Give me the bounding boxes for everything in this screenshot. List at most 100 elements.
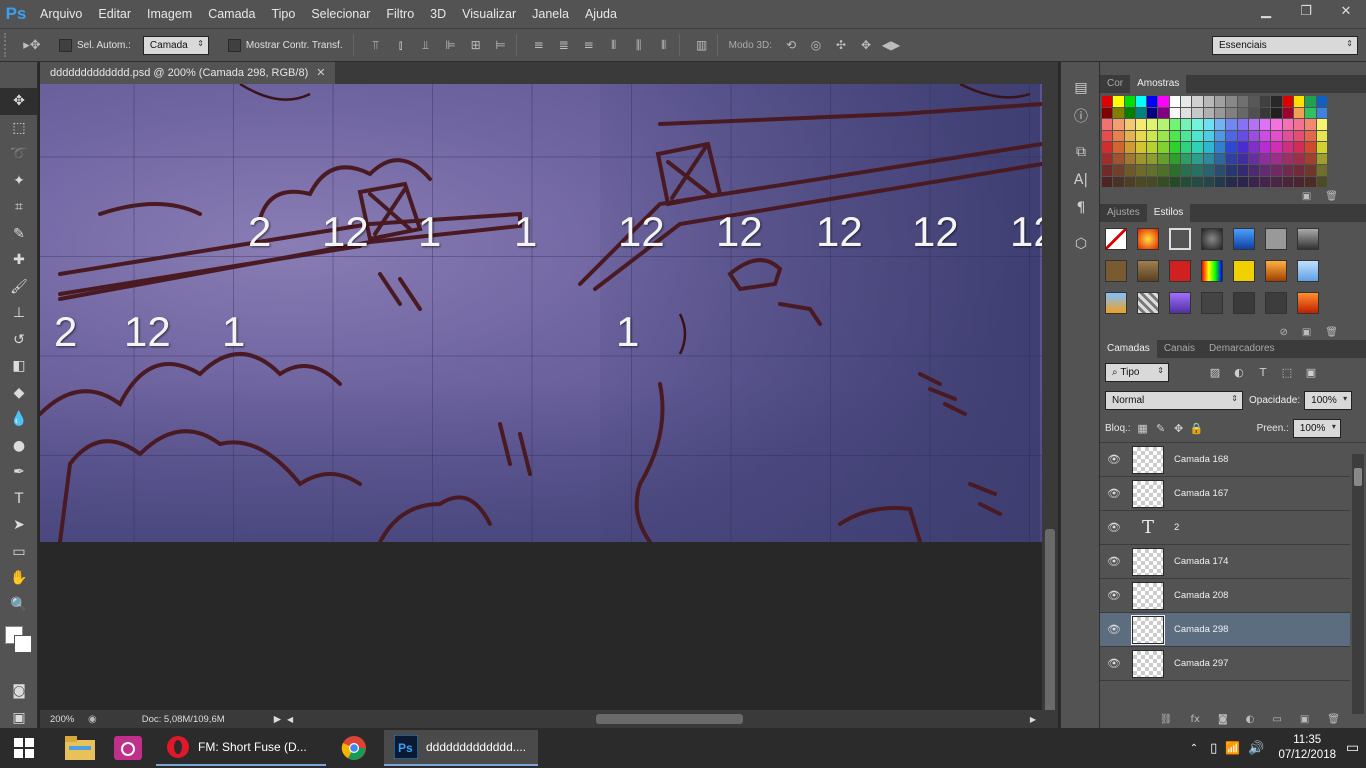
- workspace-dropdown[interactable]: Essenciais ⇕: [1212, 36, 1358, 55]
- paint-bucket-tool-icon[interactable]: ◆: [0, 380, 38, 407]
- marquee-tool-icon[interactable]: ⬚: [0, 115, 38, 142]
- tab-canais[interactable]: Canais: [1157, 340, 1202, 358]
- type-tool-icon[interactable]: T: [0, 486, 38, 513]
- align-top-icon[interactable]: ⫪: [367, 36, 385, 54]
- swatch[interactable]: [1271, 107, 1282, 118]
- new-layer-icon[interactable]: ▣: [1300, 714, 1309, 725]
- style-swatch[interactable]: [1137, 228, 1159, 250]
- distribute-vcenter-icon[interactable]: ≣: [555, 36, 573, 54]
- swatch[interactable]: [1260, 107, 1271, 118]
- swatch[interactable]: [1181, 119, 1192, 130]
- layer-filter-dropdown[interactable]: ⌕ Tipo ⇕: [1105, 362, 1169, 382]
- style-swatch[interactable]: [1265, 260, 1287, 282]
- actions-panel-icon[interactable]: ⧉: [1061, 138, 1101, 166]
- swatch[interactable]: [1124, 96, 1135, 107]
- magic-wand-tool-icon[interactable]: ✦: [0, 168, 38, 195]
- tab-estilos[interactable]: Estilos: [1146, 204, 1191, 222]
- layer-row[interactable]: 👁 Camada 167: [1100, 477, 1350, 511]
- swatch[interactable]: [1260, 165, 1271, 176]
- align-hcenter-icon[interactable]: ⊞: [467, 36, 485, 54]
- swatch[interactable]: [1203, 153, 1214, 164]
- swatch[interactable]: [1135, 119, 1147, 130]
- blend-mode-dropdown[interactable]: Normal ⇕: [1105, 390, 1243, 410]
- swatch[interactable]: [1169, 119, 1181, 130]
- swatch[interactable]: [1214, 119, 1226, 130]
- hand-tool-icon[interactable]: ✋: [0, 565, 38, 592]
- tab-demarcadores[interactable]: Demarcadores: [1202, 340, 1282, 358]
- drag-3d-icon[interactable]: ✣: [832, 36, 850, 54]
- align-vcenter-icon[interactable]: ⫾: [392, 36, 410, 54]
- swatch[interactable]: [1294, 142, 1305, 153]
- menu-selecionar[interactable]: Selecionar: [303, 0, 378, 28]
- swatch[interactable]: [1237, 153, 1248, 164]
- move-tool-icon[interactable]: ✥: [0, 88, 38, 115]
- distribute-hcenter-icon[interactable]: ⫼: [630, 36, 648, 54]
- swatch[interactable]: [1158, 142, 1169, 153]
- swatch[interactable]: [1214, 142, 1226, 153]
- swatch[interactable]: [1305, 153, 1316, 164]
- swatch[interactable]: [1214, 165, 1226, 176]
- volume-icon[interactable]: 🔊: [1248, 741, 1264, 756]
- swatch[interactable]: [1316, 176, 1327, 187]
- 3d-panel-icon[interactable]: ⬡: [1061, 230, 1101, 258]
- swatch[interactable]: [1158, 153, 1169, 164]
- swatch[interactable]: [1294, 107, 1305, 118]
- swatch[interactable]: [1294, 153, 1305, 164]
- menu-janela[interactable]: Janela: [524, 0, 577, 28]
- eye-icon[interactable]: 👁: [1100, 555, 1128, 568]
- swatch[interactable]: [1147, 119, 1158, 130]
- close-button[interactable]: ✕: [1326, 0, 1366, 22]
- swatch[interactable]: [1147, 153, 1158, 164]
- style-swatch[interactable]: [1137, 292, 1159, 314]
- swatch[interactable]: [1169, 142, 1181, 153]
- quick-mask-icon[interactable]: ◙: [0, 678, 38, 705]
- swatch[interactable]: [1237, 130, 1248, 141]
- swatch[interactable]: [1102, 176, 1113, 187]
- link-layers-icon[interactable]: ⛓: [1160, 714, 1173, 725]
- swatch[interactable]: [1192, 96, 1203, 107]
- swatch[interactable]: [1260, 119, 1271, 130]
- layer-row[interactable]: 👁 Camada 297: [1100, 647, 1350, 681]
- menu-visualizar[interactable]: Visualizar: [454, 0, 524, 28]
- swatch[interactable]: [1147, 96, 1158, 107]
- swatch[interactable]: [1282, 96, 1294, 107]
- distribute-top-icon[interactable]: ≡: [530, 36, 548, 54]
- swatch[interactable]: [1147, 107, 1158, 118]
- style-swatch[interactable]: [1233, 228, 1255, 250]
- windows-start-icon[interactable]: [0, 728, 48, 768]
- distribute-bottom-icon[interactable]: ≡: [580, 36, 598, 54]
- taskbar-app-opera[interactable]: FM: Short Fuse (D...: [156, 730, 326, 766]
- swatch[interactable]: [1248, 153, 1260, 164]
- swatch[interactable]: [1214, 130, 1226, 141]
- tab-camadas[interactable]: Camadas: [1100, 340, 1157, 358]
- style-swatch[interactable]: [1265, 292, 1287, 314]
- swatch[interactable]: [1147, 176, 1158, 187]
- background-color[interactable]: [14, 635, 32, 653]
- swatch[interactable]: [1316, 142, 1327, 153]
- swatch[interactable]: [1181, 107, 1192, 118]
- eye-icon[interactable]: 👁: [1100, 487, 1128, 500]
- device-icon[interactable]: ▯: [1210, 741, 1217, 756]
- layers-scrollbar[interactable]: [1352, 454, 1364, 714]
- swatch[interactable]: [1192, 119, 1203, 130]
- clear-style-icon[interactable]: ⊘: [1279, 327, 1287, 338]
- swatch[interactable]: [1181, 96, 1192, 107]
- eraser-tool-icon[interactable]: ◧: [0, 353, 38, 380]
- swatch[interactable]: [1282, 119, 1294, 130]
- style-swatch[interactable]: [1297, 228, 1319, 250]
- swatch[interactable]: [1271, 142, 1282, 153]
- eyedropper-tool-icon[interactable]: ✎: [0, 221, 38, 248]
- options-grip[interactable]: [4, 33, 10, 57]
- style-swatch[interactable]: [1265, 228, 1287, 250]
- swatch[interactable]: [1316, 130, 1327, 141]
- style-swatch[interactable]: [1105, 292, 1127, 314]
- opacity-field[interactable]: 100% ▾: [1304, 390, 1353, 410]
- style-none[interactable]: [1105, 228, 1127, 250]
- restore-button[interactable]: ❐: [1286, 0, 1326, 22]
- roll-3d-icon[interactable]: ◎: [807, 36, 825, 54]
- swatch[interactable]: [1181, 142, 1192, 153]
- swatch[interactable]: [1271, 176, 1282, 187]
- auto-select-checkbox[interactable]: [59, 38, 72, 52]
- swatch[interactable]: [1102, 130, 1113, 141]
- swatch[interactable]: [1169, 96, 1181, 107]
